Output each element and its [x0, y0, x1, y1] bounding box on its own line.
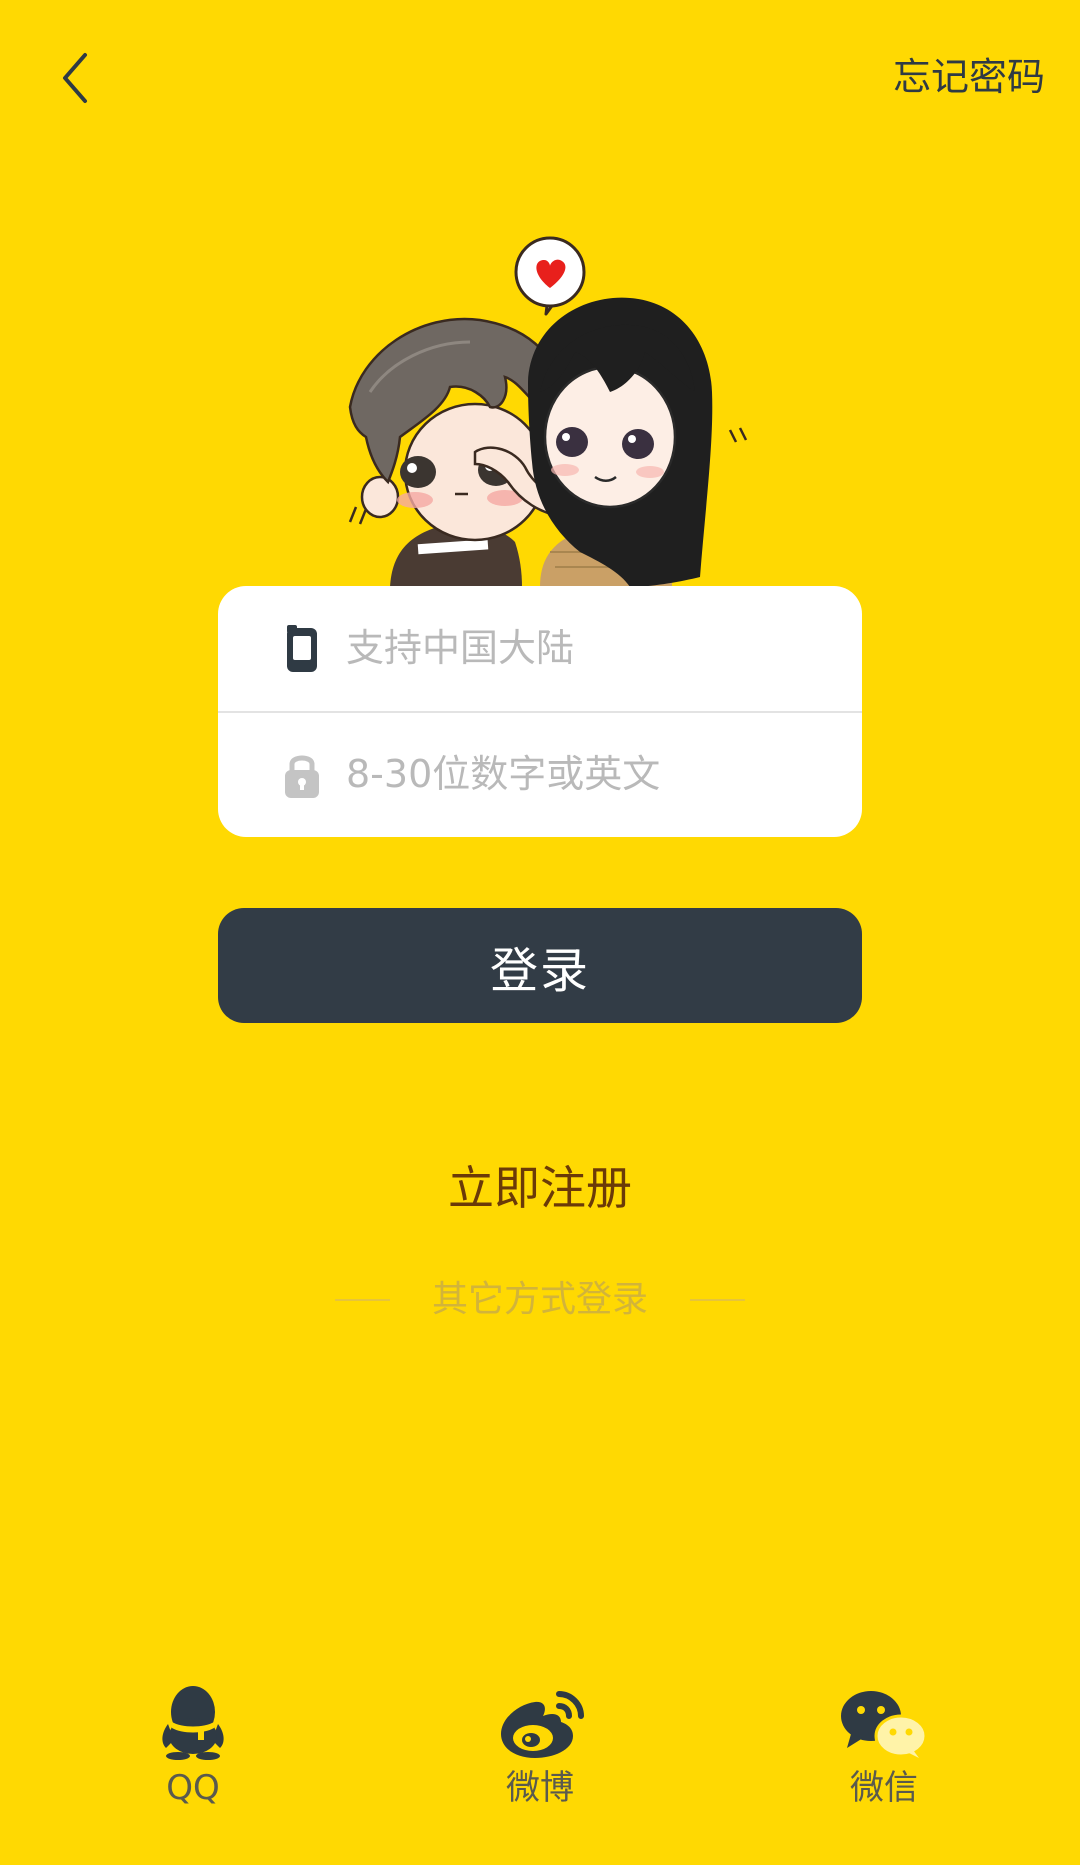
qq-label: QQ: [166, 1768, 220, 1808]
separator-line-right: [690, 1299, 745, 1301]
chevron-left-icon: [63, 53, 87, 103]
password-field: [218, 712, 862, 837]
login-form-card: [218, 586, 862, 837]
weibo-login-button[interactable]: 微博: [460, 1680, 620, 1820]
weibo-icon: [490, 1680, 590, 1760]
phone-input[interactable]: [346, 616, 826, 680]
weibo-label: 微博: [506, 1768, 574, 1808]
couple-cartoon-image: [348, 236, 748, 587]
lock-icon: [282, 750, 322, 800]
heart-bubble-icon: [514, 236, 586, 316]
password-input[interactable]: [346, 742, 826, 806]
login-screen: 忘记密码 支持中国大陆 登录 立即注册 其它方式登录 QQ 微博 微信: [0, 0, 1080, 1865]
wechat-label: 微信: [850, 1768, 918, 1808]
wechat-icon: [834, 1680, 934, 1760]
register-link[interactable]: 立即注册: [340, 1158, 740, 1218]
couple-illustration: [300, 232, 780, 587]
qq-icon: [143, 1680, 243, 1760]
wechat-login-button[interactable]: 微信: [804, 1680, 964, 1820]
qq-login-button[interactable]: QQ: [113, 1680, 273, 1820]
phone-icon: [282, 624, 322, 674]
other-login-label: 其它方式登录: [431, 1279, 648, 1320]
login-button[interactable]: 登录: [218, 908, 862, 1023]
phone-field: [218, 586, 862, 711]
other-login-separator: 其它方式登录: [335, 1270, 745, 1330]
back-button[interactable]: [55, 48, 95, 108]
forgot-password-link[interactable]: 忘记密码: [893, 50, 1045, 104]
separator-line-left: [335, 1299, 390, 1301]
